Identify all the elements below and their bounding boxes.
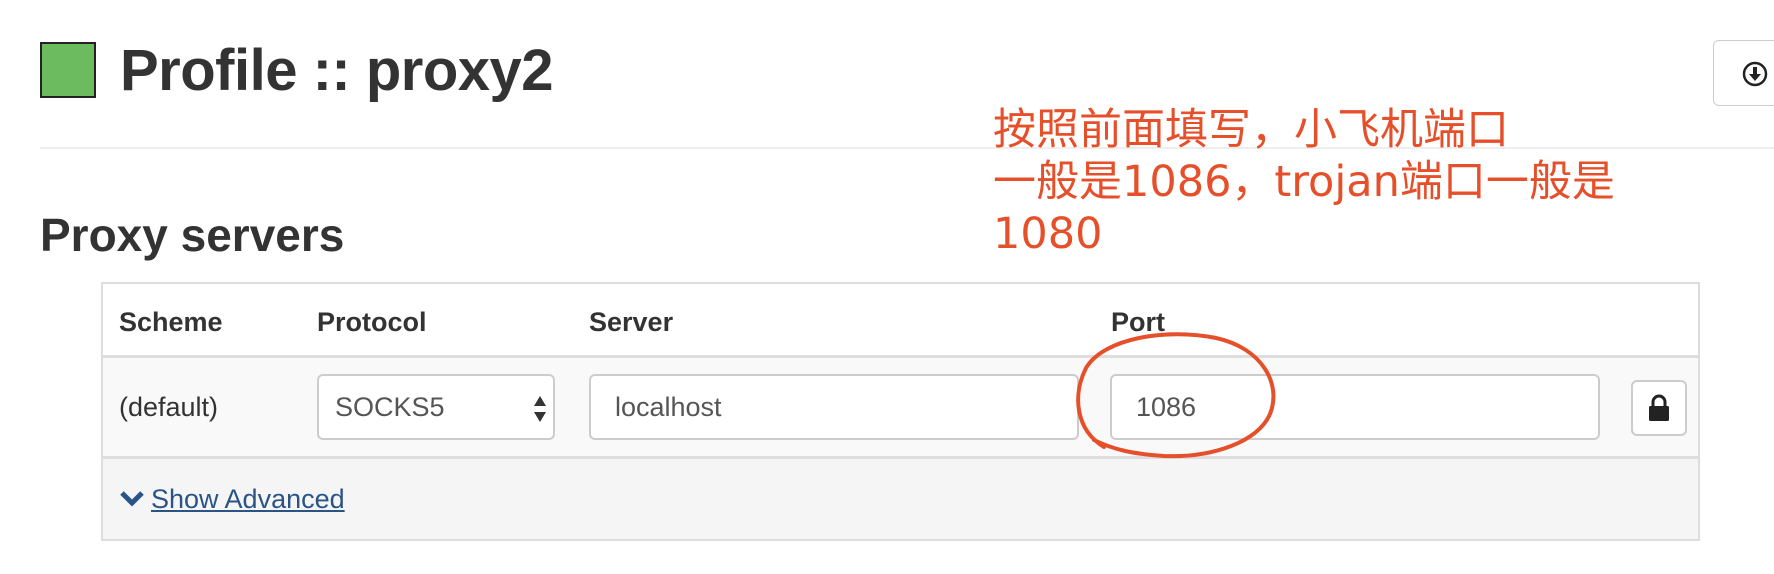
download-circle-icon xyxy=(1742,61,1768,87)
page-title: Profile :: proxy2 xyxy=(120,37,554,103)
profile-color-swatch[interactable] xyxy=(40,42,96,98)
table-row: (default) SOCKS5 localhost 1086 xyxy=(103,358,1698,459)
show-advanced-link[interactable]: Show Advanced xyxy=(119,475,345,523)
column-header-port: Port xyxy=(1111,307,1165,337)
select-arrows-icon xyxy=(534,396,546,422)
section-title-proxy-servers: Proxy servers xyxy=(40,209,345,261)
chevron-down-icon xyxy=(120,491,144,507)
profile-header: Profile :: proxy2 xyxy=(40,37,554,103)
column-header-scheme: Scheme xyxy=(119,307,223,337)
table-header: Scheme Protocol Server Port xyxy=(103,284,1698,358)
protocol-select-value: SOCKS5 xyxy=(335,392,445,422)
column-header-actions xyxy=(1617,284,1697,355)
lock-button[interactable] xyxy=(1631,380,1687,436)
annotation-note: 按照前面填写，小飞机端口 一般是1086，trojan端口一般是 1080 xyxy=(993,105,1615,259)
protocol-select[interactable]: SOCKS5 xyxy=(317,374,555,440)
scheme-cell: (default) xyxy=(119,392,219,422)
column-header-protocol: Protocol xyxy=(317,307,427,337)
lock-icon xyxy=(1649,394,1669,421)
server-input[interactable]: localhost xyxy=(589,374,1079,440)
column-header-server: Server xyxy=(589,307,674,337)
advanced-row: Show Advanced xyxy=(103,459,1698,539)
port-input[interactable]: 1086 xyxy=(1110,374,1600,440)
proxy-servers-table: Scheme Protocol Server Port (default) SO… xyxy=(101,282,1700,541)
export-button[interactable] xyxy=(1713,40,1774,106)
show-advanced-label: Show Advanced xyxy=(151,483,345,514)
